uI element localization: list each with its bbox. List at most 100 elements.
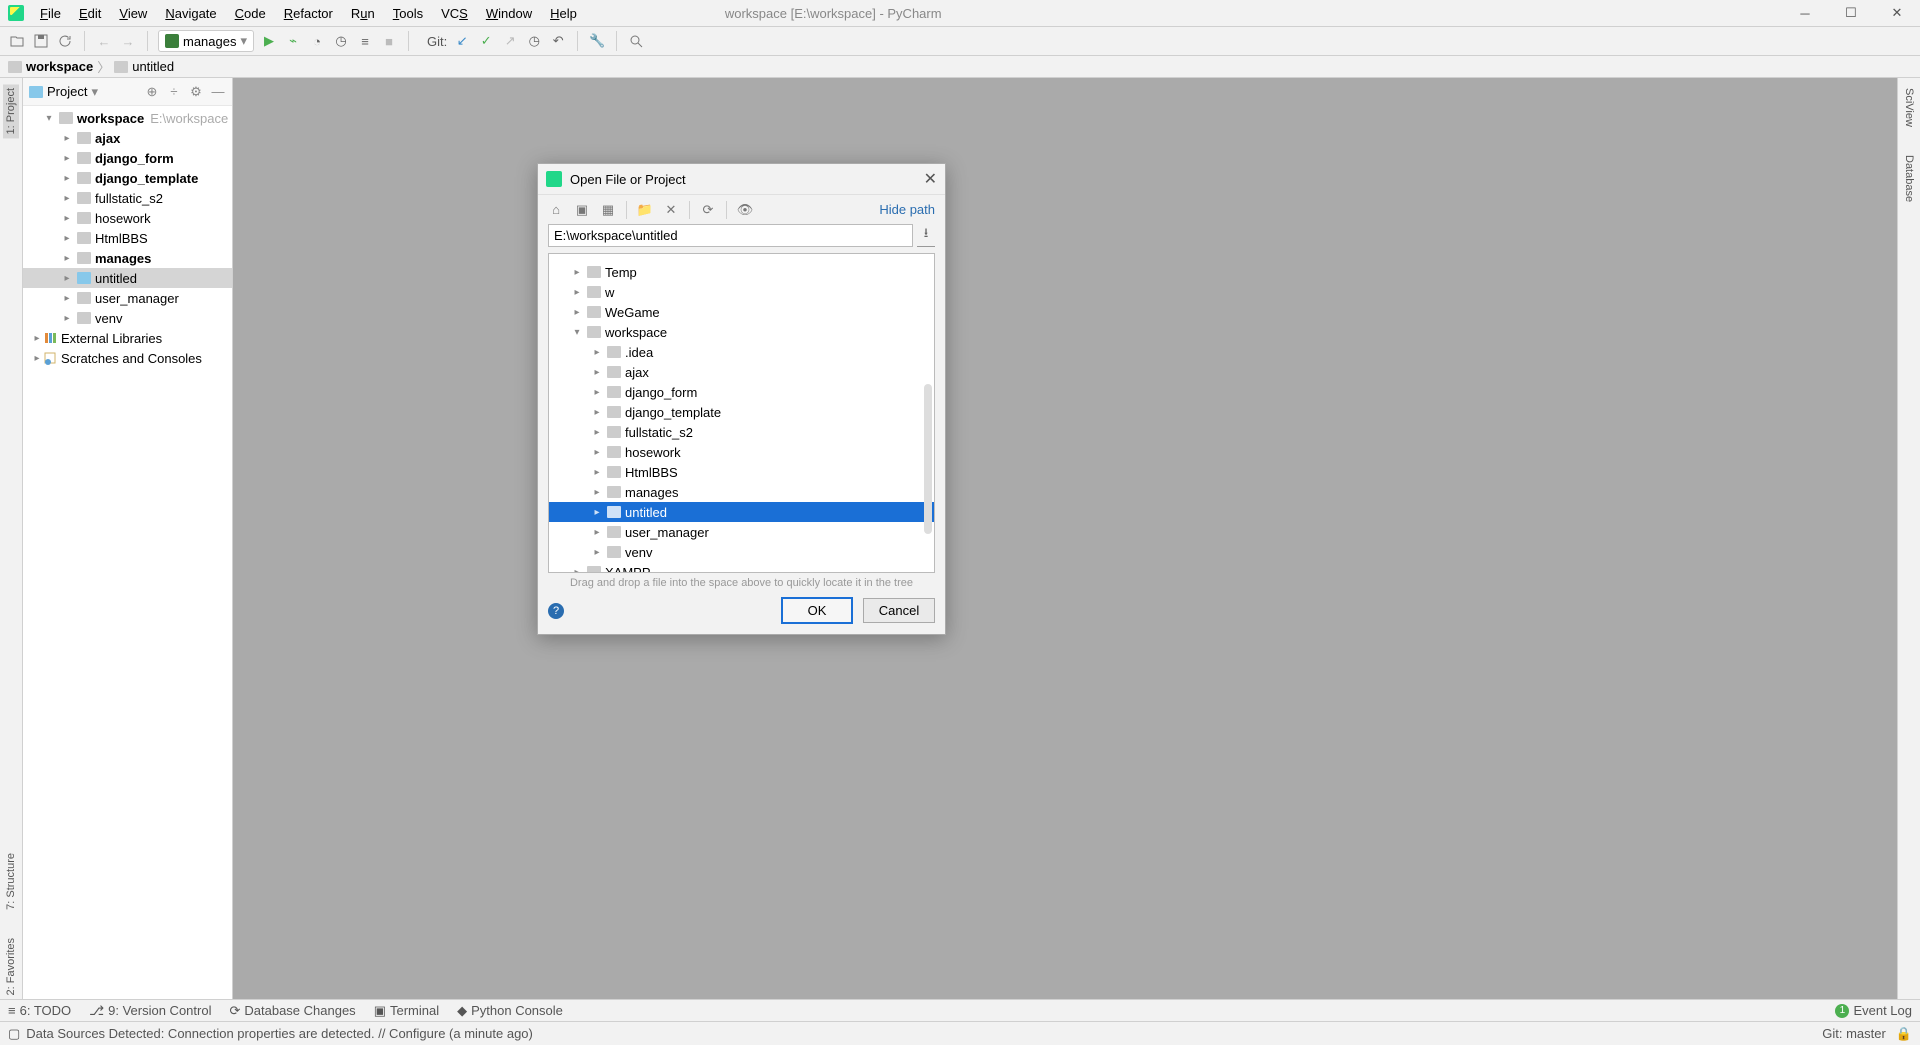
database-changes-tab[interactable]: ⟳ Database Changes xyxy=(229,1003,355,1019)
chevron-right-icon[interactable]: ▸ xyxy=(31,333,43,344)
file-tree-item[interactable]: ▸WeGame xyxy=(549,302,934,322)
delete-icon[interactable]: ✕ xyxy=(663,202,679,218)
chevron-right-icon[interactable]: ▸ xyxy=(61,313,73,324)
file-tree-item[interactable]: ▸venv xyxy=(549,542,934,562)
python-console-tab[interactable]: ◆ Python Console xyxy=(457,1003,563,1019)
menu-navigate[interactable]: Navigate xyxy=(157,3,224,24)
sciview-tool-tab[interactable]: SciView xyxy=(1901,84,1917,131)
project-tree[interactable]: ▾ workspace E:\workspace ▸ajax▸django_fo… xyxy=(23,106,232,999)
tree-item[interactable]: ▸HtmlBBS xyxy=(23,228,232,248)
show-hidden-icon[interactable]: 👁 xyxy=(737,202,753,218)
chevron-right-icon[interactable]: ▸ xyxy=(591,547,603,558)
chevron-right-icon[interactable]: ▸ xyxy=(591,527,603,538)
chevron-right-icon[interactable]: ▸ xyxy=(61,233,73,244)
chevron-down-icon[interactable]: ▾ xyxy=(91,84,98,100)
debug-icon[interactable]: ⌁ xyxy=(284,32,302,50)
file-tree-item[interactable]: ▸manages xyxy=(549,482,934,502)
menu-code[interactable]: Code xyxy=(227,3,274,24)
coverage-icon[interactable]: ◔ xyxy=(308,32,326,50)
git-pull-icon[interactable]: ↙ xyxy=(453,32,471,50)
chevron-right-icon[interactable]: ▸ xyxy=(571,567,583,573)
ok-button[interactable]: OK xyxy=(781,597,853,624)
git-history-icon[interactable]: ◷ xyxy=(525,32,543,50)
file-tree-item[interactable]: ▸XAMPP xyxy=(549,562,934,572)
menu-file[interactable]: File xyxy=(32,3,69,24)
desktop-icon[interactable]: ▣ xyxy=(574,202,590,218)
terminal-tab[interactable]: ▣ Terminal xyxy=(374,1003,439,1019)
chevron-right-icon[interactable]: ▸ xyxy=(591,487,603,498)
chevron-right-icon[interactable]: ▸ xyxy=(591,407,603,418)
chevron-right-icon[interactable]: ▸ xyxy=(61,153,73,164)
target-icon[interactable]: ⊕ xyxy=(144,84,160,100)
help-icon[interactable]: ? xyxy=(548,603,564,619)
status-icon[interactable]: ▢ xyxy=(8,1026,20,1042)
tree-item[interactable]: ▸user_manager xyxy=(23,288,232,308)
file-tree-item[interactable]: ▸.idea xyxy=(549,342,934,362)
tree-scratches[interactable]: ▸ Scratches and Consoles xyxy=(23,348,232,368)
refresh-icon[interactable]: ⟳ xyxy=(700,202,716,218)
tree-item[interactable]: ▸fullstatic_s2 xyxy=(23,188,232,208)
run-configuration-selector[interactable]: manages ▾ xyxy=(158,30,254,52)
collapse-icon[interactable]: ÷ xyxy=(166,84,182,100)
breadcrumb-child[interactable]: untitled xyxy=(132,59,174,74)
hide-path-link[interactable]: Hide path xyxy=(879,202,935,217)
chevron-right-icon[interactable]: ▸ xyxy=(571,307,583,318)
chevron-right-icon[interactable]: ▸ xyxy=(31,353,43,364)
chevron-right-icon[interactable]: ▸ xyxy=(591,507,603,518)
todo-tab[interactable]: ≡ 6: TODO xyxy=(8,1003,71,1018)
home-icon[interactable]: ⌂ xyxy=(548,202,564,218)
project-tool-tab[interactable]: 1: Project xyxy=(3,84,19,138)
file-tree-item[interactable]: ▸fullstatic_s2 xyxy=(549,422,934,442)
file-tree-item[interactable]: ▸ajax xyxy=(549,362,934,382)
favorites-tool-tab[interactable]: 2: Favorites xyxy=(3,934,19,999)
menu-help[interactable]: Help xyxy=(542,3,585,24)
minimize-button[interactable]: ─ xyxy=(1782,0,1828,27)
menu-run[interactable]: Run xyxy=(343,3,383,24)
database-tool-tab[interactable]: Database xyxy=(1901,151,1917,206)
menu-view[interactable]: View xyxy=(111,3,155,24)
structure-tool-tab[interactable]: 7: Structure xyxy=(3,849,19,914)
chevron-right-icon[interactable]: ▸ xyxy=(61,133,73,144)
chevron-right-icon[interactable]: ▸ xyxy=(61,193,73,204)
file-tree-item[interactable]: ▸w xyxy=(549,282,934,302)
forward-icon[interactable]: → xyxy=(119,32,137,50)
scrollbar[interactable] xyxy=(924,384,932,534)
maximize-button[interactable]: ☐ xyxy=(1828,0,1874,27)
open-icon[interactable] xyxy=(8,32,26,50)
chevron-right-icon[interactable]: ▸ xyxy=(591,367,603,378)
tree-item[interactable]: ▸hosework xyxy=(23,208,232,228)
chevron-right-icon[interactable]: ▸ xyxy=(61,253,73,264)
chevron-right-icon[interactable]: ▸ xyxy=(61,213,73,224)
chevron-right-icon[interactable]: ▸ xyxy=(591,447,603,458)
search-icon[interactable] xyxy=(627,32,645,50)
chevron-right-icon[interactable]: ▸ xyxy=(61,293,73,304)
chevron-right-icon[interactable]: ▸ xyxy=(61,273,73,284)
close-icon[interactable]: ✕ xyxy=(924,169,937,189)
chevron-right-icon[interactable]: ▸ xyxy=(591,347,603,358)
file-tree-item[interactable]: ▾workspace xyxy=(549,322,934,342)
tree-external-libraries[interactable]: ▸ External Libraries xyxy=(23,328,232,348)
file-tree-item[interactable]: ▸HtmlBBS xyxy=(549,462,934,482)
run-icon[interactable]: ▶ xyxy=(260,32,278,50)
chevron-right-icon[interactable]: ▸ xyxy=(571,267,583,278)
tree-item[interactable]: ▸django_template xyxy=(23,168,232,188)
refresh-icon[interactable] xyxy=(56,32,74,50)
file-tree[interactable]: ▸Temp▸w▸WeGame▾workspace▸.idea▸ajax▸djan… xyxy=(549,254,934,572)
git-push-icon[interactable]: ↗ xyxy=(501,32,519,50)
chevron-right-icon[interactable]: ▸ xyxy=(591,467,603,478)
status-message[interactable]: Data Sources Detected: Connection proper… xyxy=(26,1026,533,1041)
tree-root[interactable]: ▾ workspace E:\workspace xyxy=(23,108,232,128)
path-input[interactable] xyxy=(548,224,913,247)
git-branch[interactable]: Git: master xyxy=(1822,1026,1886,1041)
menu-window[interactable]: Window xyxy=(478,3,540,24)
lock-icon[interactable]: 🔒 xyxy=(1896,1026,1912,1042)
save-icon[interactable] xyxy=(32,32,50,50)
menu-refactor[interactable]: Refactor xyxy=(276,3,341,24)
file-tree-item[interactable]: ▸django_template xyxy=(549,402,934,422)
menu-vcs[interactable]: VCS xyxy=(433,3,476,24)
menu-tools[interactable]: Tools xyxy=(385,3,431,24)
cancel-button[interactable]: Cancel xyxy=(863,598,935,623)
breadcrumb-root[interactable]: workspace xyxy=(26,59,93,74)
chevron-right-icon[interactable]: ▸ xyxy=(61,173,73,184)
file-tree-item[interactable]: ▸user_manager xyxy=(549,522,934,542)
